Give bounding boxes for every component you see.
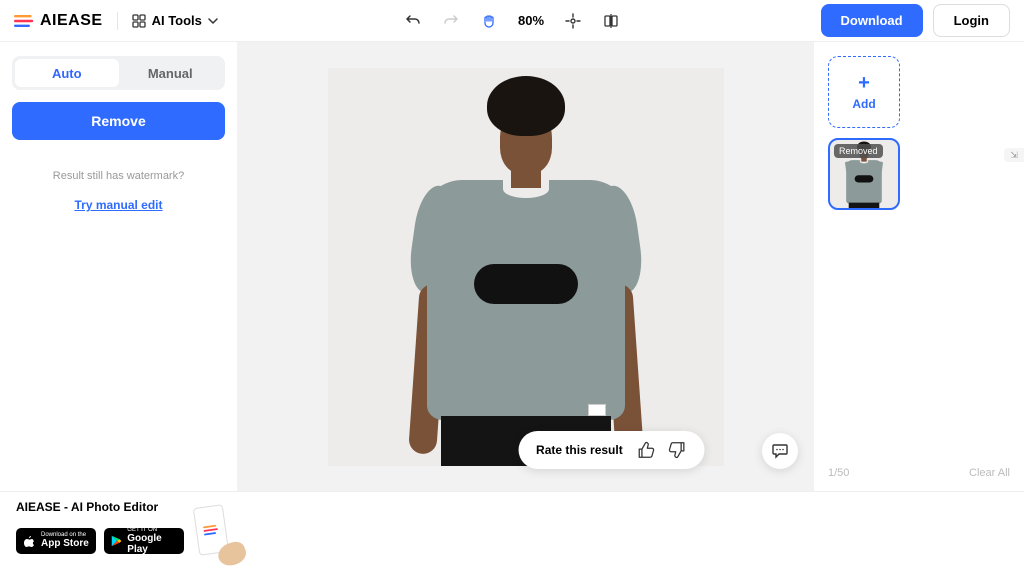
- play-big: Google Play: [127, 533, 178, 555]
- redo-button[interactable]: [442, 12, 460, 30]
- google-play-badge[interactable]: GET IT ONGoogle Play: [104, 528, 184, 554]
- sidebar-right: + Add Removed 1/50 Clear All: [814, 42, 1024, 491]
- appstore-big: App Store: [41, 538, 89, 549]
- chat-icon: [771, 442, 789, 460]
- main: Auto Manual Remove Result still has wate…: [0, 42, 1024, 491]
- clear-all-button[interactable]: Clear All: [969, 467, 1010, 479]
- tab-manual[interactable]: Manual: [119, 59, 223, 87]
- rate-bar: Rate this result: [518, 431, 705, 469]
- canvas-image: [328, 68, 724, 466]
- sidebar-left: Auto Manual Remove Result still has wate…: [0, 42, 237, 491]
- add-image-button[interactable]: + Add: [828, 56, 900, 128]
- watermark-hint: Result still has watermark?: [12, 170, 225, 182]
- undo-button[interactable]: [404, 12, 422, 30]
- removed-object-mask: [474, 264, 578, 304]
- divider: [117, 12, 118, 30]
- image-counter: 1/50: [828, 467, 849, 479]
- store-badges: Download on theApp Store GET IT ONGoogle…: [16, 520, 1008, 561]
- brand-name: AIEASE: [40, 12, 103, 30]
- tab-auto[interactable]: Auto: [15, 59, 119, 87]
- hand-tool[interactable]: [480, 12, 498, 30]
- apple-icon: [22, 534, 36, 548]
- ai-tools-menu[interactable]: AI Tools: [132, 13, 218, 28]
- header-right: Download Login: [821, 4, 1011, 37]
- rate-label: Rate this result: [536, 443, 623, 457]
- add-label: Add: [852, 97, 875, 111]
- ai-tools-label: AI Tools: [152, 13, 202, 28]
- login-button[interactable]: Login: [933, 4, 1010, 37]
- feedback-button[interactable]: [762, 433, 798, 469]
- compare-button[interactable]: [602, 12, 620, 30]
- thumbs-down-icon[interactable]: [669, 441, 687, 459]
- status-badge: Removed: [834, 144, 883, 158]
- logo-icon: [14, 13, 34, 29]
- logo[interactable]: AIEASE: [14, 12, 103, 30]
- try-manual-link[interactable]: Try manual edit: [12, 198, 225, 212]
- chevron-down-icon: [208, 16, 218, 26]
- zoom-percent[interactable]: 80%: [518, 13, 544, 28]
- canvas-area[interactable]: Rate this result: [237, 42, 814, 491]
- remove-button[interactable]: Remove: [12, 102, 225, 140]
- play-icon: [110, 534, 122, 548]
- right-footer: 1/50 Clear All: [828, 467, 1010, 479]
- logo-icon: [202, 523, 220, 537]
- expand-handle[interactable]: ⇲: [1004, 148, 1024, 162]
- phone-mockup: [196, 506, 240, 561]
- footer-title: AIEASE - AI Photo Editor: [16, 500, 1008, 514]
- app-store-badge[interactable]: Download on theApp Store: [16, 528, 96, 554]
- download-button[interactable]: Download: [821, 4, 923, 37]
- grid-icon: [132, 14, 146, 28]
- header-center-tools: 80%: [404, 12, 620, 30]
- header: AIEASE AI Tools 80% Download Login: [0, 0, 1024, 42]
- image-subject: [328, 68, 724, 466]
- plus-icon: +: [858, 73, 870, 93]
- mode-tabs: Auto Manual: [12, 56, 225, 90]
- thumbs-up-icon[interactable]: [637, 441, 655, 459]
- fit-screen-button[interactable]: [564, 12, 582, 30]
- footer-promo: AIEASE - AI Photo Editor Download on the…: [0, 491, 1024, 563]
- thumbnail-1[interactable]: Removed: [828, 138, 900, 210]
